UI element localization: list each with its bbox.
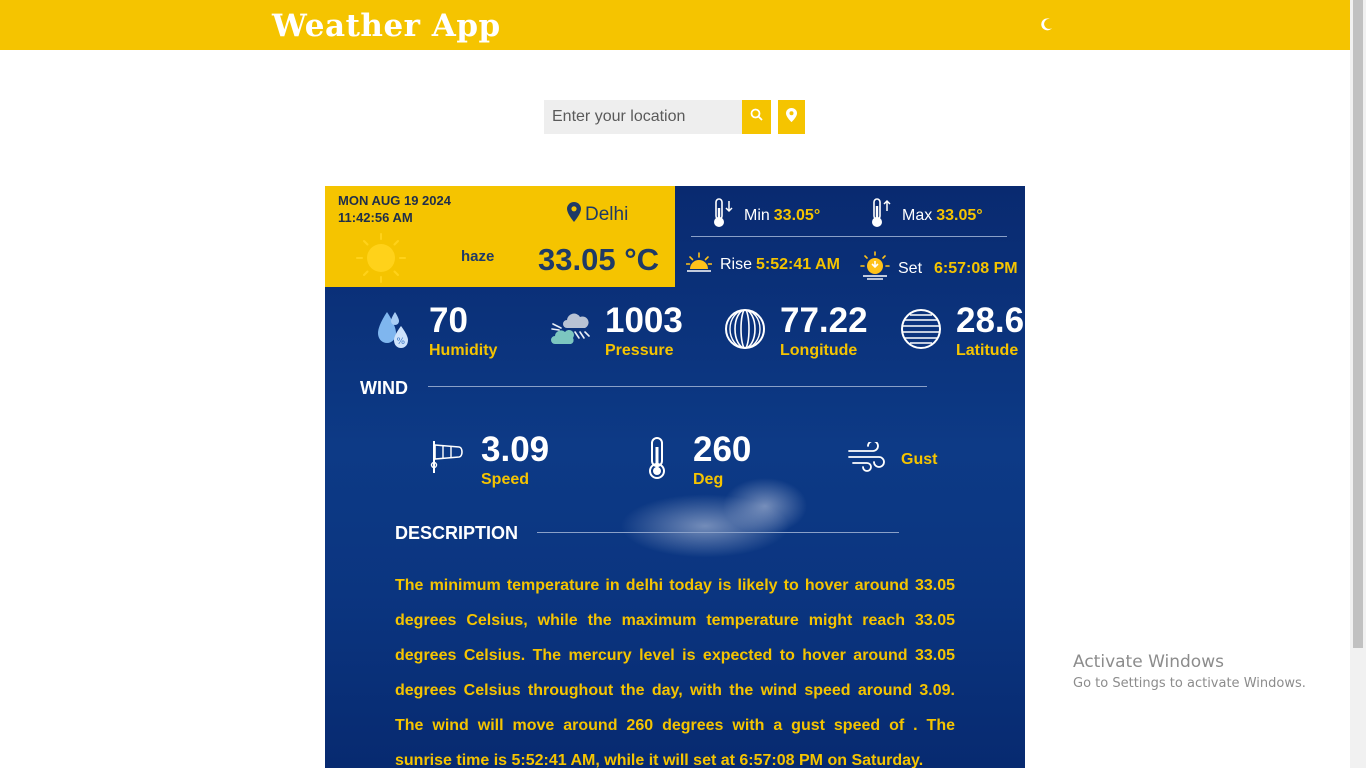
latitude-globe-icon — [900, 308, 942, 355]
sunset-icon — [860, 251, 890, 286]
watermark-subtitle: Go to Settings to activate Windows. — [1073, 676, 1306, 691]
current-date: MON AUG 19 2024 — [338, 193, 451, 208]
wind-deg-label: Deg — [693, 471, 724, 488]
wind-section-title: WIND — [360, 378, 408, 398]
max-temp: Max 33.05° — [870, 198, 983, 233]
windsock-icon — [429, 437, 467, 480]
sunset-label: Set — [898, 259, 923, 277]
thermometer-down-icon — [712, 198, 734, 233]
current-location-button[interactable] — [778, 100, 805, 134]
wind-deg-stat: 260 Deg — [645, 429, 751, 489]
city-label: Delhi — [567, 202, 628, 228]
pressure-text: 1003 Pressure — [605, 300, 683, 360]
windows-activation-watermark: Activate Windows Go to Settings to activ… — [1073, 652, 1306, 691]
longitude-globe-icon — [724, 308, 766, 355]
sunrise-icon — [685, 251, 713, 278]
humidity-label: Humidity — [429, 342, 498, 359]
min-value: 33.05° — [773, 206, 821, 224]
pressure-stat: 1003 Pressure — [549, 300, 683, 360]
wind-speed-label: Speed — [481, 471, 530, 488]
wind-speed-stat: 3.09 Speed — [429, 429, 549, 489]
wind-gust-stat: Gust — [847, 440, 938, 477]
description-section-title: DESCRIPTION — [395, 523, 519, 543]
sunrise-label: Rise — [720, 255, 753, 273]
date-time: MON AUG 19 2024 11:42:56 AM — [338, 192, 451, 226]
longitude-text: 77.22 Longitude — [780, 300, 868, 360]
pressure-value: 1003 — [605, 301, 683, 340]
current-temperature: 33.05 °C — [538, 242, 659, 277]
search-button[interactable] — [742, 100, 771, 134]
sunset-value: 6:57:08 PM — [934, 259, 1018, 277]
latitude-value: 28.6 — [956, 301, 1025, 340]
weather-card: MON AUG 19 2024 11:42:56 AM Delhi haze 3… — [325, 186, 1025, 768]
map-pin-icon — [786, 107, 797, 127]
divider — [691, 236, 1007, 237]
scrollbar-thumb[interactable] — [1353, 0, 1363, 648]
top-navbar: Weather App — [0, 0, 1350, 50]
latitude-stat: 28.6 Latitude — [900, 300, 1024, 360]
moon-icon[interactable] — [1040, 16, 1056, 32]
wind-deg-text: 260 Deg — [693, 429, 751, 489]
search-icon — [750, 108, 763, 126]
map-pin-icon — [567, 202, 581, 228]
pressure-cloud-icon — [549, 308, 591, 353]
sunrise-value: 5:52:41 AM — [756, 255, 840, 273]
sunrise: Rise 5:52:41 AM — [685, 251, 840, 278]
wind-divider — [428, 386, 927, 387]
svg-text:%: % — [397, 337, 406, 347]
thermometer-up-icon — [870, 198, 892, 233]
latitude-label: Latitude — [956, 342, 1019, 359]
latitude-text: 28.6 Latitude — [956, 300, 1024, 360]
page: Weather App MON AUG 19 2024 11:42:56 AM — [0, 0, 1366, 768]
wind-gust-label: Gust — [901, 450, 938, 468]
sun-icon — [355, 232, 407, 289]
location-search-input[interactable] — [544, 100, 742, 134]
thermometer-icon — [645, 437, 669, 484]
longitude-value: 77.22 — [780, 301, 868, 340]
wind-deg-value: 260 — [693, 430, 752, 469]
max-value: 33.05° — [936, 206, 983, 224]
wind-speed-value: 3.09 — [481, 430, 550, 469]
min-label: Min — [744, 206, 770, 224]
condition-label: haze — [461, 248, 495, 265]
sunset: Set 6:57:08 PM — [860, 251, 1018, 286]
current-time: 11:42:56 AM — [338, 210, 413, 225]
min-temp: Min 33.05° — [712, 198, 820, 233]
wind-gust-icon — [847, 440, 887, 477]
longitude-stat: 77.22 Longitude — [724, 300, 868, 360]
humidity-text: 70 Humidity — [429, 300, 497, 360]
description-text: The minimum temperature in delhi today i… — [395, 577, 955, 768]
longitude-label: Longitude — [780, 342, 858, 359]
pressure-label: Pressure — [605, 342, 674, 359]
wind-speed-text: 3.09 Speed — [481, 429, 549, 489]
app-title: Weather App — [272, 8, 501, 44]
max-label: Max — [902, 206, 933, 224]
watermark-title: Activate Windows — [1073, 652, 1224, 672]
humidity-drop-icon: % — [375, 308, 415, 357]
humidity-value: 70 — [429, 301, 468, 340]
page-scrollbar[interactable] — [1350, 0, 1366, 768]
city-name: Delhi — [585, 204, 629, 225]
description-divider — [537, 532, 899, 533]
current-weather-panel: MON AUG 19 2024 11:42:56 AM Delhi haze 3… — [325, 186, 675, 287]
humidity-stat: % 70 Humidity — [375, 300, 497, 360]
